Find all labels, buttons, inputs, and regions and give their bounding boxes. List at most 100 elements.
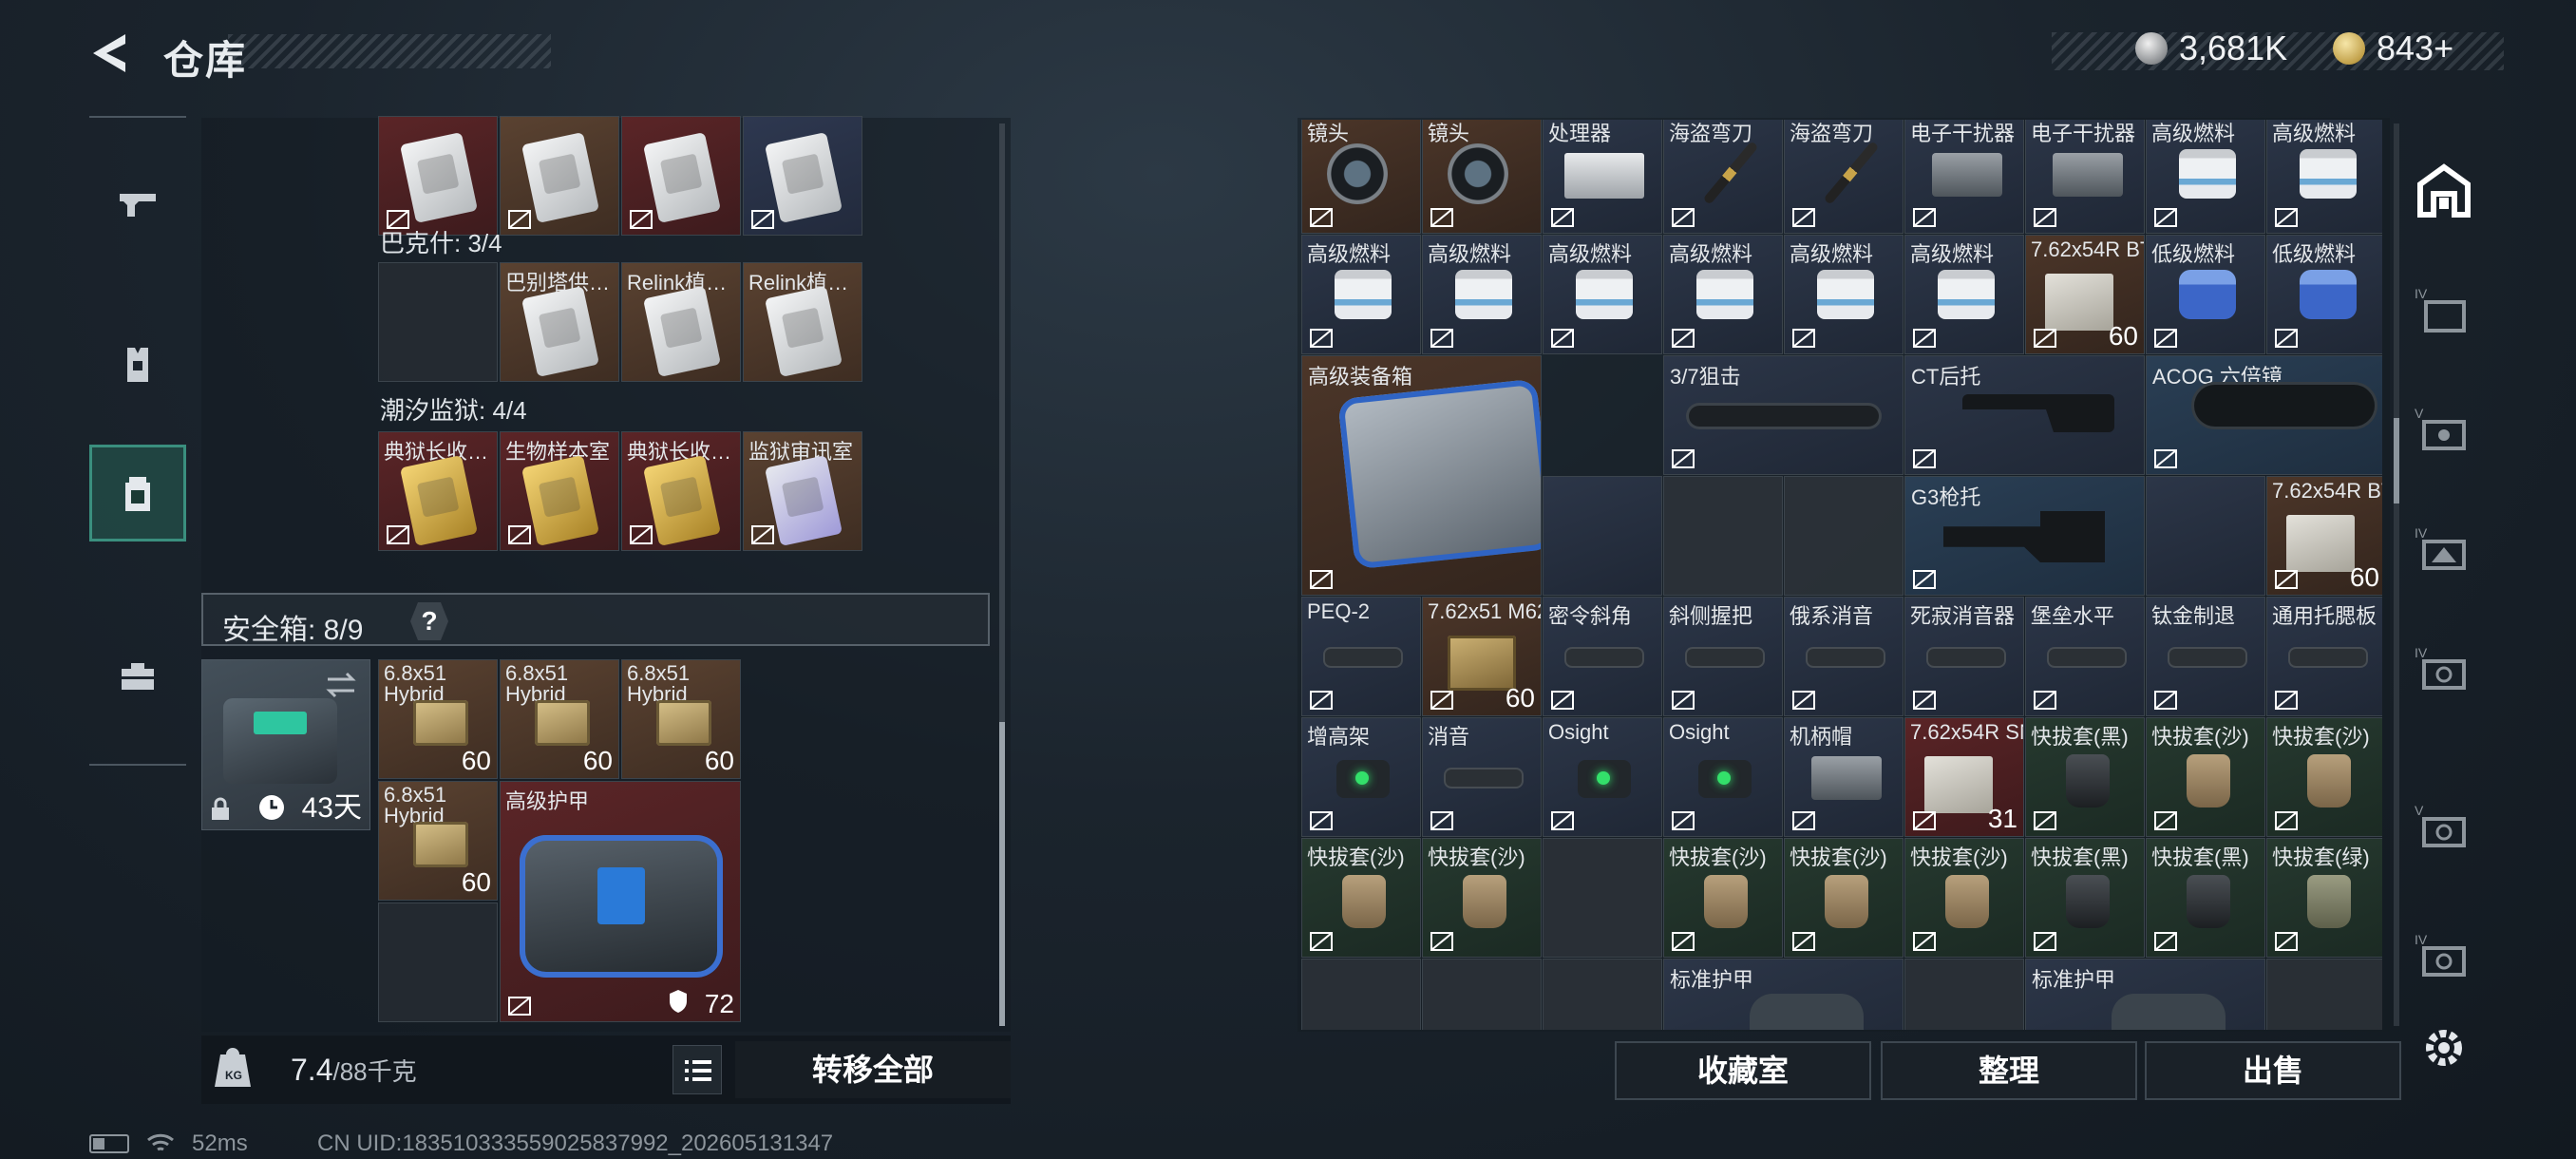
nav-armor[interactable] <box>89 317 186 414</box>
grid-item[interactable]: 低级燃料 <box>2146 235 2265 354</box>
grid-item[interactable]: 海盗弯刀 <box>1663 120 1783 234</box>
grid-item[interactable]: 快拔套(沙) <box>1301 838 1421 958</box>
grid-item[interactable]: 低级燃料 <box>2266 235 2382 354</box>
grid-item[interactable]: 快拔套(黑) <box>2025 717 2145 837</box>
grid-item[interactable] <box>1663 476 1783 596</box>
key-card-slot[interactable]: Relink植… <box>621 262 741 382</box>
grid-item[interactable]: 高级燃料 <box>1904 235 2024 354</box>
grid-item[interactable]: 电子干扰器 <box>1904 120 2024 234</box>
warehouse-tab-iv4-icon[interactable]: IV <box>2415 931 2473 990</box>
grid-item[interactable]: 密令斜角 <box>1543 597 1662 716</box>
grid-item[interactable]: 增高架 <box>1301 717 1421 837</box>
warehouse-tab-iv-icon[interactable]: IV <box>2415 285 2473 344</box>
warehouse-scrollbar[interactable] <box>2394 124 2399 1026</box>
nav-backpack[interactable] <box>89 445 186 542</box>
back-arrow-icon[interactable] <box>87 28 137 78</box>
grid-item[interactable]: Osight <box>1543 717 1662 837</box>
sell-button[interactable]: 出售 <box>2145 1041 2401 1100</box>
list-view-button[interactable] <box>672 1045 722 1094</box>
warehouse-scroll-thumb[interactable] <box>2394 418 2399 504</box>
grid-item[interactable]: 7.62x51 M62 60 <box>1422 597 1542 716</box>
acog-scope-item[interactable]: ACOG 六倍镜 <box>2146 355 2382 475</box>
grid-item[interactable]: 快拔套(黑) <box>2025 838 2145 958</box>
grid-item[interactable]: 7.62x54R SNB31 <box>1904 717 2024 837</box>
left-scroll-thumb[interactable] <box>999 722 1005 1026</box>
help-icon[interactable]: ? <box>410 602 448 640</box>
grid-item[interactable]: 高级燃料 <box>2266 120 2382 234</box>
scope-item[interactable]: 3/7狙击 <box>1663 355 1904 475</box>
grid-item[interactable]: 高级燃料 <box>1784 235 1904 354</box>
grid-item[interactable]: 俄系消音 <box>1784 597 1904 716</box>
key-card-slot[interactable]: 典狱长收… <box>621 431 741 551</box>
grid-item[interactable]: 高级燃料 <box>1301 235 1421 354</box>
key-card-slot[interactable] <box>378 116 498 236</box>
grid-item[interactable]: 高级燃料 <box>2146 120 2265 234</box>
grid-item[interactable]: 堡垒水平 <box>2025 597 2145 716</box>
empty-slot[interactable] <box>378 262 498 382</box>
grid-item[interactable]: 镜头 <box>1422 120 1542 234</box>
grid-item[interactable] <box>1904 959 2024 1030</box>
ct-stock-item[interactable]: CT后托 <box>1904 355 2145 475</box>
grid-item[interactable]: 7.62x54R BT 60 <box>2025 235 2145 354</box>
key-card-slot[interactable]: 监狱审讯室 <box>743 431 862 551</box>
warehouse-tab-iv3-icon[interactable]: IV <box>2415 644 2473 703</box>
grid-item[interactable] <box>1543 959 1662 1030</box>
nav-toolbox[interactable] <box>89 627 186 724</box>
swap-icon[interactable] <box>324 670 358 700</box>
grid-item[interactable]: 高级燃料 <box>1663 235 1783 354</box>
grid-item[interactable] <box>1301 959 1421 1030</box>
settings-gear-icon[interactable] <box>2420 1024 2468 1072</box>
armor-slot[interactable]: 高级护甲 72 <box>500 781 741 1022</box>
key-card-slot[interactable]: Relink植… <box>743 262 862 382</box>
grid-item[interactable]: 7.62x54R BT 60 <box>2266 476 2382 596</box>
equipment-case[interactable]: 高级装备箱 <box>1301 355 1542 596</box>
ammo-slot[interactable]: 6.8x51 Hybrid 60 <box>621 659 741 779</box>
grid-item[interactable]: 镜头 <box>1301 120 1421 234</box>
grid-item[interactable]: 快拔套(沙) <box>2146 717 2265 837</box>
grid-item[interactable]: 机柄帽 <box>1784 717 1904 837</box>
grid-item[interactable]: 电子干扰器 <box>2025 120 2145 234</box>
grid-item[interactable]: 海盗弯刀 <box>1784 120 1904 234</box>
grid-item[interactable]: 快拔套(沙) <box>1422 838 1542 958</box>
grid-item[interactable]: PEQ-2 <box>1301 597 1421 716</box>
grid-item[interactable]: 快拔套(绿) <box>2266 838 2382 958</box>
grid-item[interactable]: 处理器 <box>1543 120 1662 234</box>
grid-item[interactable]: 消音 <box>1422 717 1542 837</box>
grid-item[interactable]: Osight <box>1663 717 1783 837</box>
grid-item[interactable]: 高级燃料 <box>1422 235 1542 354</box>
grid-item[interactable] <box>1543 838 1662 958</box>
g3-stock-item[interactable]: G3枪托 <box>1904 476 2145 596</box>
safe-box[interactable]: 43天 <box>201 659 370 830</box>
sort-button[interactable]: 整理 <box>1881 1041 2137 1100</box>
key-card-slot[interactable] <box>743 116 862 236</box>
grid-item[interactable]: 死寂消音器 <box>1904 597 2024 716</box>
grid-item[interactable]: 快拔套(沙) <box>1663 838 1783 958</box>
nav-weapons[interactable] <box>89 156 186 253</box>
grid-item[interactable] <box>1784 476 1904 596</box>
grid-item[interactable]: 通用托腮板 <box>2266 597 2382 716</box>
standard-armor-item[interactable]: 标准护甲 <box>1663 959 1904 1030</box>
empty-slot[interactable] <box>378 902 498 1022</box>
grid-item[interactable] <box>2146 476 2265 596</box>
grid-item[interactable] <box>1543 476 1662 596</box>
grid-item[interactable] <box>1422 959 1542 1030</box>
transfer-all-button[interactable]: 转移全部 <box>735 1041 1011 1098</box>
warehouse-tab-v2-icon[interactable]: V <box>2415 802 2473 861</box>
grid-item[interactable]: 快拔套(沙) <box>2266 717 2382 837</box>
key-card-slot[interactable]: 巴别塔供… <box>500 262 619 382</box>
key-card-slot[interactable]: 典狱长收… <box>378 431 498 551</box>
grid-item[interactable]: 快拔套(黑) <box>2146 838 2265 958</box>
warehouse-tab-v-icon[interactable]: V <box>2415 405 2473 464</box>
grid-item[interactable]: 钛金制退 <box>2146 597 2265 716</box>
key-card-slot[interactable]: 生物样本室 <box>500 431 619 551</box>
grid-item[interactable]: 高级燃料 <box>1543 235 1662 354</box>
key-card-slot[interactable] <box>621 116 741 236</box>
ammo-slot[interactable]: 6.8x51 Hybrid 60 <box>500 659 619 779</box>
collection-room-button[interactable]: 收藏室 <box>1615 1041 1871 1100</box>
gold-currency[interactable]: 843+ <box>2333 28 2453 68</box>
grid-item[interactable]: 快拔套(沙) <box>1784 838 1904 958</box>
key-card-slot[interactable] <box>500 116 619 236</box>
warehouse-tab-iv2-icon[interactable]: IV <box>2415 524 2473 583</box>
ammo-slot[interactable]: 6.8x51 Hybrid 60 <box>378 659 498 779</box>
grid-item[interactable]: 斜侧握把 <box>1663 597 1783 716</box>
